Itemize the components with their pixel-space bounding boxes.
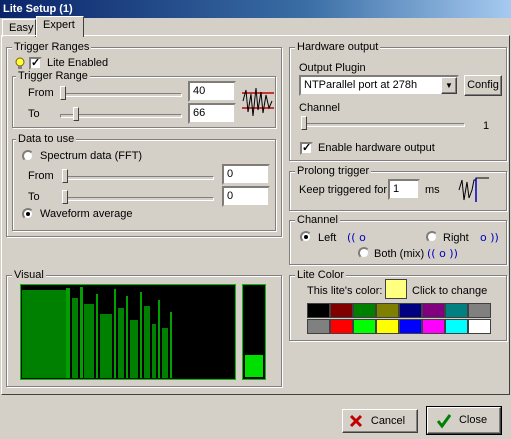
data-to-slider[interactable]: [62, 190, 68, 204]
output-plugin-value: NTParallel port at 278h: [304, 79, 418, 91]
color-swatch[interactable]: [399, 319, 422, 334]
trigger-range-group: [12, 76, 276, 128]
ms-unit-label: ms: [425, 184, 440, 196]
trigger-from-field[interactable]: 40: [188, 81, 236, 102]
trigger-from-track: [60, 93, 182, 97]
color-swatch[interactable]: [353, 319, 376, 334]
visual-label: Visual: [12, 269, 46, 281]
channel-slider[interactable]: [301, 116, 307, 130]
current-color-swatch[interactable]: [385, 279, 407, 299]
channel-value: 1: [483, 120, 490, 132]
color-swatch[interactable]: [468, 303, 491, 318]
color-swatch[interactable]: [445, 303, 468, 318]
window-title: Lite Setup (1): [3, 3, 73, 15]
trigger-to-field[interactable]: 66: [188, 103, 236, 124]
tab-expert-label: Expert: [43, 19, 75, 31]
channel-left-radio[interactable]: [300, 231, 312, 243]
data-from-field[interactable]: 0: [222, 164, 270, 185]
color-swatch[interactable]: [330, 303, 353, 318]
channel-number-label: Channel: [299, 102, 340, 114]
trigger-range-label: Trigger Range: [16, 70, 90, 82]
lite-color-label: Lite Color: [295, 269, 347, 281]
hardware-output-label: Hardware output: [295, 41, 381, 53]
this-color-label: This lite's color:: [307, 285, 383, 297]
color-swatch[interactable]: [376, 319, 399, 334]
waveform-display: [20, 284, 236, 380]
output-plugin-select[interactable]: NTParallel port at 278h ▼: [299, 75, 459, 96]
data-to-field[interactable]: 0: [222, 186, 270, 207]
channel-left-label: Left: [318, 232, 337, 244]
data-from-label: From: [28, 170, 54, 182]
color-swatch[interactable]: [307, 303, 330, 318]
tab-expert[interactable]: Expert: [36, 16, 84, 37]
lite-enabled-label: Lite Enabled: [47, 57, 109, 69]
lite-enabled-checkbox[interactable]: ✓: [29, 57, 42, 70]
color-swatch[interactable]: [468, 319, 491, 334]
tab-page: Trigger Ranges ✓ Lite Enabled Trigger Ra…: [1, 35, 510, 395]
color-swatch[interactable]: [330, 319, 353, 334]
prolong-trigger-label: Prolong trigger: [295, 165, 372, 177]
channel-right-radio[interactable]: [426, 231, 438, 243]
color-swatch[interactable]: [445, 319, 468, 334]
click-to-change-label: Click to change: [412, 285, 488, 297]
color-swatch[interactable]: [422, 303, 445, 318]
color-swatch[interactable]: [376, 303, 399, 318]
trigger-ranges-label: Trigger Ranges: [12, 41, 92, 53]
channel-right-label: Right: [443, 232, 469, 244]
level-meter: [242, 284, 266, 380]
waveform-range-icon: [242, 87, 274, 117]
spectrum-radio[interactable]: [22, 150, 34, 162]
color-palette: [307, 303, 491, 335]
data-from-track: [62, 176, 214, 180]
speaker-right-icon: o )): [480, 231, 499, 244]
channel-group-label: Channel: [295, 214, 340, 226]
channel-both-radio[interactable]: [358, 247, 370, 259]
cancel-x-icon: [349, 414, 363, 428]
tab-easy-label: Easy: [9, 22, 34, 34]
lightbulb-icon: [15, 57, 25, 69]
color-swatch[interactable]: [353, 303, 376, 318]
output-plugin-label: Output Plugin: [299, 62, 366, 74]
trigger-from-label: From: [28, 87, 54, 99]
waveform-radio[interactable]: [22, 208, 34, 220]
trigger-to-slider[interactable]: [73, 107, 79, 121]
data-to-use-label: Data to use: [16, 133, 77, 145]
channel-track: [301, 123, 465, 127]
trigger-to-label: To: [28, 108, 40, 120]
keep-triggered-label: Keep triggered for: [299, 184, 388, 196]
color-swatch[interactable]: [422, 319, 445, 334]
enable-hardware-label: Enable hardware output: [318, 142, 435, 154]
config-button[interactable]: Config: [464, 75, 502, 96]
data-from-slider[interactable]: [62, 169, 68, 183]
speaker-both-icon: (( o )): [427, 247, 458, 260]
close-button[interactable]: Close: [426, 406, 502, 435]
spectrum-label: Spectrum data (FFT): [40, 150, 143, 162]
data-to-track: [62, 197, 214, 201]
color-swatch[interactable]: [307, 319, 330, 334]
speaker-left-icon: (( o: [347, 231, 366, 244]
prolong-pulse-icon: [458, 177, 489, 202]
data-to-label: To: [28, 191, 40, 203]
level-meter-fill: [245, 355, 263, 377]
dropdown-arrow-icon[interactable]: ▼: [441, 77, 457, 94]
keep-triggered-field[interactable]: 1: [388, 179, 420, 200]
enable-hardware-checkbox[interactable]: ✓: [300, 142, 313, 155]
trigger-from-slider[interactable]: [60, 86, 66, 100]
channel-both-label: Both (mix): [374, 248, 425, 260]
checkmark-icon: [436, 414, 452, 429]
waveform-label: Waveform average: [40, 208, 133, 220]
cancel-button[interactable]: Cancel: [342, 409, 418, 433]
color-swatch[interactable]: [399, 303, 422, 318]
